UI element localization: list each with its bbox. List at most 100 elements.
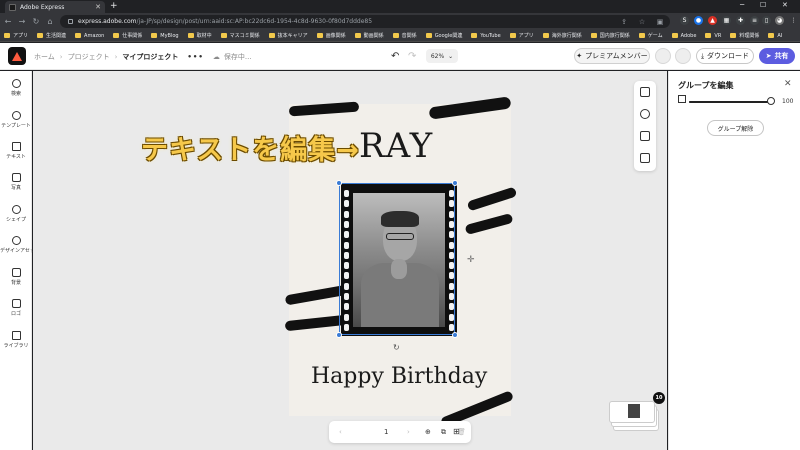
brush-stroke — [284, 314, 348, 332]
adobe-express-logo[interactable] — [8, 47, 26, 65]
maximize-icon[interactable]: ☐ — [760, 1, 766, 9]
duplicate-icon[interactable] — [640, 109, 650, 119]
bookmark-item[interactable]: 仕事関係 — [113, 32, 142, 39]
bookmark-item[interactable]: アプリ — [4, 32, 28, 39]
edit-text-annotation: テキストを編集→ — [141, 135, 360, 166]
share-button[interactable]: ➤ 共有 — [759, 48, 795, 64]
extension-blue-icon[interactable]: ● — [694, 16, 703, 25]
prev-page-icon[interactable]: ‹ — [339, 428, 342, 436]
page-number[interactable]: 1 — [384, 428, 388, 436]
bookmark-item[interactable]: MyBlog — [151, 33, 179, 39]
forward-icon[interactable]: → — [16, 17, 28, 26]
breadcrumb-projects[interactable]: プロジェクト — [68, 52, 110, 62]
bookmark-item[interactable]: 音関係 — [392, 32, 417, 39]
breadcrumb-my-projects[interactable]: マイプロジェクト — [122, 52, 178, 62]
bookmark-item[interactable]: アプリ — [509, 32, 534, 39]
bookmark-label: 生活関連 — [46, 33, 67, 39]
duplicate-page-icon[interactable]: ⧉ — [441, 428, 446, 437]
extension-red-icon[interactable]: ▲ — [708, 16, 717, 25]
opacity-slider[interactable] — [689, 101, 771, 103]
add-element-icon[interactable]: ✛ — [467, 255, 475, 265]
brush-stroke — [428, 96, 512, 120]
browser-menu-icon[interactable]: ⋮ — [789, 16, 798, 25]
bookmark-item[interactable]: 料理関係 — [730, 32, 759, 39]
lightbulb-icon[interactable] — [655, 48, 671, 64]
breadcrumb-home[interactable]: ホーム — [34, 52, 55, 62]
swap-icon[interactable] — [640, 131, 650, 141]
rail-search[interactable]: 検索 — [0, 79, 32, 97]
share-page-icon[interactable]: ⇪ — [620, 18, 628, 26]
grid-view-icon[interactable]: ⊞ — [453, 427, 460, 436]
selection-box[interactable] — [336, 180, 458, 338]
reload-icon[interactable]: ↻ — [30, 17, 42, 26]
bookmark-item[interactable]: 海外旅行関係 — [542, 32, 582, 39]
bookmark-item[interactable]: Amazon — [75, 33, 104, 39]
resize-handle[interactable] — [336, 180, 342, 186]
bookmark-item[interactable]: 画像関係 — [316, 32, 346, 39]
bookmark-item[interactable]: VR — [705, 33, 721, 39]
rail-templates[interactable]: テンプレート — [0, 111, 32, 129]
rail-text[interactable]: テキスト — [0, 142, 32, 160]
bookmark-label: Adobe — [680, 32, 697, 39]
page-thumb[interactable] — [609, 401, 655, 423]
bookmark-item[interactable]: 国内旅行関係 — [590, 32, 630, 39]
premium-member-button[interactable]: ✦ プレミアムメンバー — [574, 48, 650, 64]
new-tab-icon[interactable]: + — [110, 1, 118, 11]
next-page-icon[interactable]: › — [407, 428, 410, 436]
home-icon[interactable]: ⌂ — [44, 17, 56, 26]
bookmark-star-icon[interactable]: ☆ — [638, 18, 646, 26]
app-switcher-icon[interactable] — [675, 48, 691, 64]
url-bar[interactable]: express.adobe.com /ja-JP/sp/design/post/… — [60, 15, 670, 28]
bookmark-item[interactable]: YouTube — [471, 33, 501, 39]
undo-icon[interactable]: ↶ — [391, 51, 399, 62]
layers-icon[interactable] — [640, 87, 650, 97]
resize-handle[interactable] — [452, 332, 458, 338]
profile-s-icon[interactable]: S — [680, 16, 689, 25]
bookmark-item[interactable]: AI — [768, 33, 782, 39]
delete-icon[interactable] — [640, 153, 650, 163]
minimize-icon[interactable]: ─ — [740, 1, 744, 9]
bookmark-item[interactable]: Google関連 — [425, 32, 462, 39]
user-avatar-icon[interactable]: ◕ — [775, 16, 784, 25]
download-button[interactable]: ⤓ ダウンロード — [696, 48, 754, 64]
rail-photos[interactable]: 写真 — [0, 173, 32, 191]
folder-icon — [768, 33, 775, 38]
resize-handle[interactable] — [336, 332, 342, 338]
greeting-text[interactable]: Happy Birthday — [311, 364, 487, 389]
sidepanel-icon[interactable]: ▯ — [762, 16, 771, 25]
add-page-icon[interactable]: ⊕ — [425, 428, 431, 436]
bookmark-item[interactable]: ゲーム — [638, 32, 663, 39]
extension-grid-icon[interactable]: ▦ — [722, 16, 731, 25]
rail-logo[interactable]: ロゴ — [0, 299, 32, 317]
extension-icon[interactable]: ▣ — [656, 18, 664, 26]
page-thumbnails[interactable] — [609, 397, 659, 431]
browser-tab[interactable]: Adobe Express ✕ — [5, 1, 105, 13]
bookmark-item[interactable]: 生活関連 — [37, 32, 66, 39]
ungroup-button[interactable]: グループ解除 — [707, 120, 764, 136]
rail-library[interactable]: ライブラリ — [0, 331, 32, 349]
zoom-dropdown[interactable]: 62% ⌄ — [426, 49, 458, 63]
close-window-icon[interactable]: ✕ — [782, 1, 788, 9]
element-toolbar — [634, 81, 656, 171]
rotate-icon[interactable]: ↻ — [393, 343, 400, 352]
bookmark-item[interactable]: 取材中 — [187, 32, 212, 39]
close-tab-icon[interactable]: ✕ — [95, 3, 101, 11]
title-text[interactable]: RAY — [359, 126, 433, 166]
back-icon[interactable]: ← — [2, 17, 14, 26]
canvas-area[interactable]: RAY Happy Birthday ↻ ✛ テキストを編集→ ‹ 1 › ⊕ … — [33, 71, 667, 450]
bookmark-item[interactable]: 抜本キャリア — [268, 32, 308, 39]
bookmark-item[interactable]: マスコミ関係 — [220, 32, 260, 39]
rail-design-assets[interactable]: デザインアセット — [0, 236, 40, 254]
close-icon[interactable]: ✕ — [784, 79, 792, 89]
redo-icon[interactable]: ↷ — [408, 51, 416, 62]
rail-background[interactable]: 背景 — [0, 268, 32, 286]
resize-handle[interactable] — [452, 180, 458, 186]
puzzle-icon[interactable]: ✚ — [736, 16, 745, 25]
bookmark-item[interactable]: 動画関係 — [354, 32, 384, 39]
tab-title: Adobe Express — [20, 3, 65, 11]
opacity-slider-thumb[interactable] — [767, 97, 775, 105]
more-options-button[interactable]: ••• — [187, 53, 203, 61]
rail-shapes[interactable]: シェイプ — [0, 205, 32, 223]
list-icon[interactable]: ≡ — [750, 16, 759, 25]
bookmark-item[interactable]: Adobe — [671, 32, 697, 39]
